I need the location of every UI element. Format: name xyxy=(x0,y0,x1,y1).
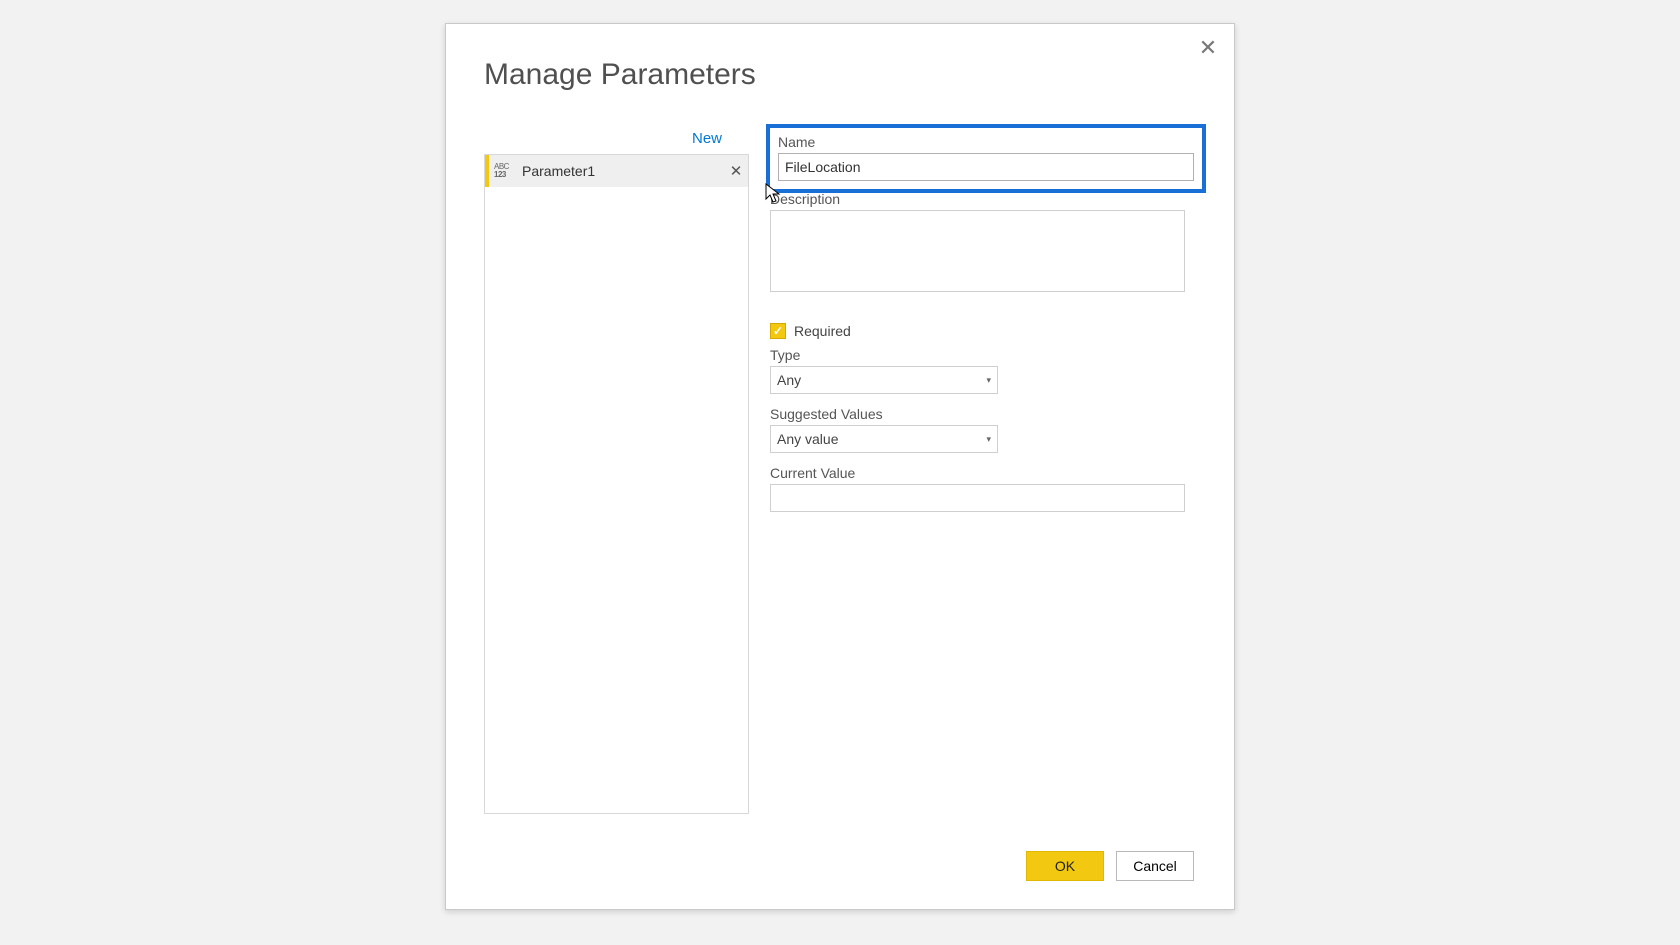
dialog-title: Manage Parameters xyxy=(484,58,756,92)
type-dropdown-value: Any xyxy=(777,372,801,388)
parameter-item-label: Parameter1 xyxy=(516,163,724,179)
type-label: Type xyxy=(770,347,1206,363)
any-type-icon: ABC 123 xyxy=(494,163,516,179)
required-label: Required xyxy=(794,323,851,339)
name-input[interactable] xyxy=(778,153,1194,181)
dialog-button-row: OK Cancel xyxy=(1026,851,1194,881)
type-dropdown[interactable]: Any ▾ xyxy=(770,366,998,394)
suggested-values-label: Suggested Values xyxy=(770,406,1206,422)
name-label: Name xyxy=(778,134,1194,150)
required-checkbox-row[interactable]: ✓ Required xyxy=(770,323,1206,339)
current-value-label: Current Value xyxy=(770,465,1206,481)
description-input[interactable] xyxy=(770,210,1185,292)
suggested-values-dropdown-value: Any value xyxy=(777,431,838,447)
name-field-highlight: Name xyxy=(766,124,1206,193)
new-parameter-link[interactable]: New xyxy=(692,130,722,147)
required-checkbox[interactable]: ✓ xyxy=(770,323,786,339)
suggested-values-dropdown[interactable]: Any value ▾ xyxy=(770,425,998,453)
cancel-button[interactable]: Cancel xyxy=(1116,851,1194,881)
parameter-list-item[interactable]: ABC 123 Parameter1 ✕ xyxy=(485,155,748,187)
chevron-down-icon: ▾ xyxy=(986,434,991,445)
manage-parameters-dialog: ✕ Manage Parameters New ABC 123 Paramete… xyxy=(445,23,1235,910)
parameter-list: ABC 123 Parameter1 ✕ xyxy=(484,154,749,814)
description-label: Description xyxy=(770,191,1206,207)
current-value-input[interactable] xyxy=(770,484,1185,512)
delete-parameter-icon[interactable]: ✕ xyxy=(724,162,748,180)
chevron-down-icon: ▾ xyxy=(986,375,991,386)
close-icon[interactable]: ✕ xyxy=(1194,34,1222,62)
ok-button[interactable]: OK xyxy=(1026,851,1104,881)
parameter-form: Name Description ✓ Required Type Any ▾ S… xyxy=(766,124,1206,524)
